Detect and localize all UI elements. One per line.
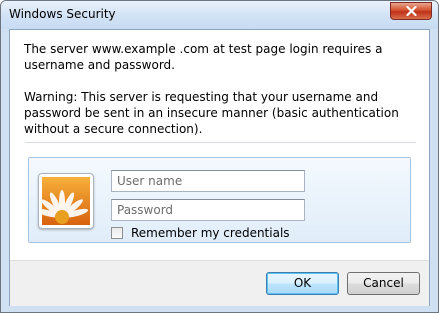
close-button[interactable] <box>390 2 432 20</box>
username-field[interactable] <box>111 170 305 192</box>
cancel-button[interactable]: Cancel <box>347 272 420 295</box>
dialog-window: Windows Security The server www.example … <box>0 0 439 313</box>
remember-label[interactable]: Remember my credentials <box>131 226 290 240</box>
password-field[interactable] <box>111 199 305 221</box>
warning-message: Warning: This server is requesting that … <box>24 90 399 136</box>
ok-button[interactable]: OK <box>266 272 339 295</box>
button-bar: OK Cancel <box>10 260 429 306</box>
close-icon <box>406 6 417 16</box>
server-message: The server www.example .com at test page… <box>24 42 383 72</box>
window-title: Windows Security <box>9 7 116 21</box>
user-picture <box>38 173 94 229</box>
dialog-content: The server www.example .com at test page… <box>9 29 430 306</box>
remember-checkbox[interactable] <box>111 227 123 239</box>
title-bar[interactable]: Windows Security <box>1 1 438 29</box>
separator <box>25 142 416 143</box>
flower-user-tile-icon <box>42 177 90 225</box>
credential-tile[interactable]: Remember my credentials <box>28 157 411 243</box>
